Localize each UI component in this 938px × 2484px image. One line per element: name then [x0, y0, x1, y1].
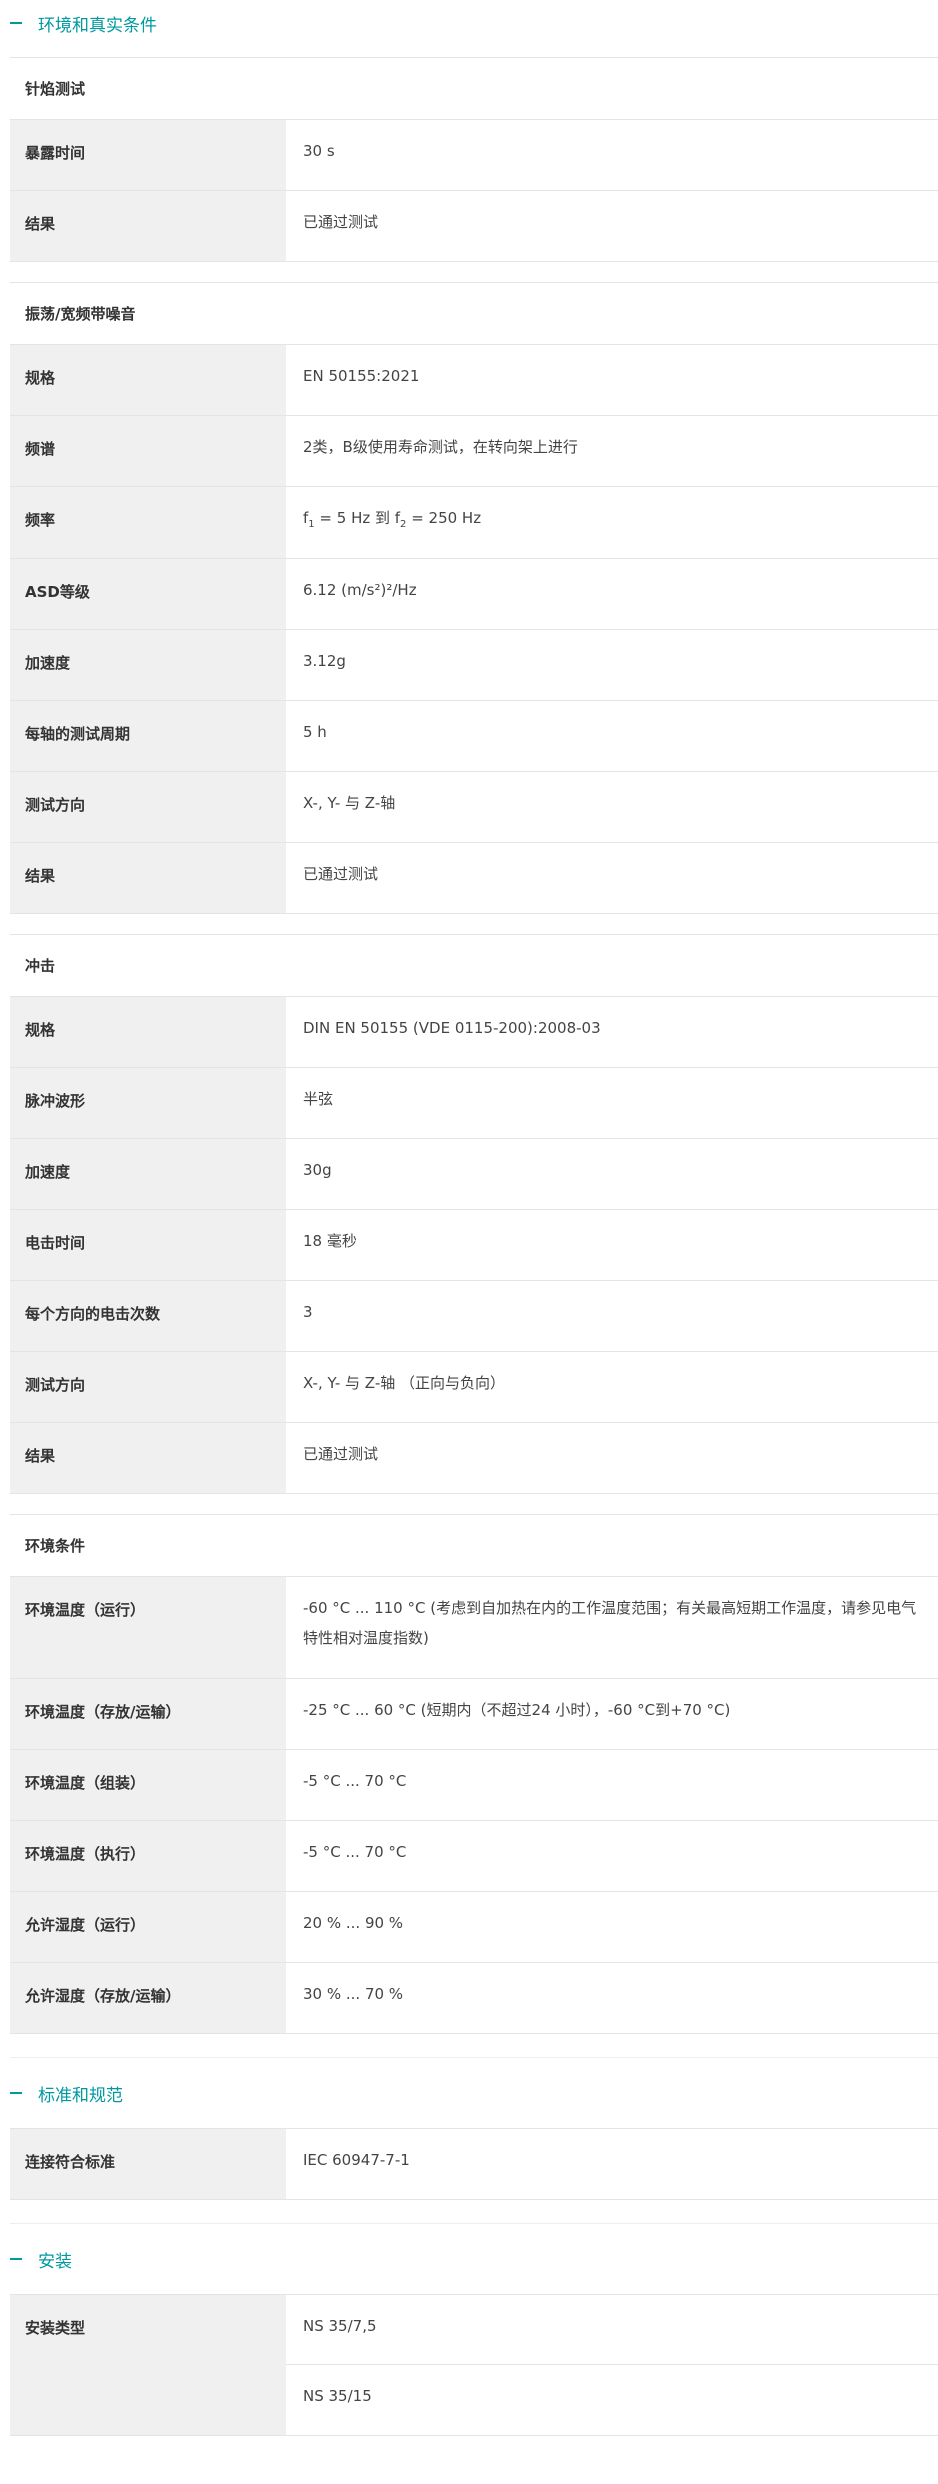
table-row: 环境温度（组装） -5 °C ... 70 °C — [10, 1750, 938, 1821]
row-label: 测试方向 — [10, 772, 286, 842]
table-row: 频率 f1 = 5 Hz 到 f2 = 250 Hz — [10, 487, 938, 559]
table-row: 结果 已通过测试 — [10, 1423, 938, 1494]
table-row: 环境温度（存放/运输） -25 °C ... 60 °C (短期内（不超过24 … — [10, 1679, 938, 1750]
row-label: 允许湿度（存放/运输） — [10, 1963, 286, 2033]
table-row: ASD等级 6.12 (m/s²)²/Hz — [10, 559, 938, 630]
section-header-mounting[interactable]: 安装 — [10, 2224, 938, 2294]
table-row: 暴露时间 30 s — [10, 120, 938, 191]
row-value: 已通过测试 — [303, 865, 379, 883]
row-value: 2类，B级使用寿命测试，在转向架上进行 — [303, 438, 578, 456]
table-row: 脉冲波形 半弦 — [10, 1068, 938, 1139]
row-label: 结果 — [10, 1423, 286, 1493]
row-label: 环境温度（执行） — [10, 1821, 286, 1891]
row-value: 5 h — [303, 723, 327, 741]
table-row: 加速度 30g — [10, 1139, 938, 1210]
group-title-vibration: 振荡/宽频带噪音 — [10, 282, 938, 345]
table-row-merged: 安装类型 NS 35/7,5 NS 35/15 — [10, 2295, 938, 2436]
table-row: 结果 已通过测试 — [10, 191, 938, 262]
table-row: 规格 DIN EN 50155 (VDE 0115-200):2008-03 — [10, 997, 938, 1068]
table-row: 频谱 2类，B级使用寿命测试，在转向架上进行 — [10, 416, 938, 487]
row-label: 暴露时间 — [10, 120, 286, 190]
group-title-ambient-conditions: 环境条件 — [10, 1514, 938, 1577]
row-value: X-, Y- 与 Z-轴 （正向与负向） — [303, 1374, 506, 1392]
table-row: 每轴的测试周期 5 h — [10, 701, 938, 772]
row-value: 已通过测试 — [303, 1445, 379, 1463]
section-header-standards[interactable]: 标准和规范 — [10, 2058, 938, 2128]
table-row: 规格 EN 50155:2021 — [10, 345, 938, 416]
row-value: 30 s — [303, 142, 335, 160]
row-label: 结果 — [10, 843, 286, 913]
row-value: NS 35/15 — [303, 2387, 372, 2405]
row-label: 脉冲波形 — [10, 1068, 286, 1138]
row-value: -5 °C ... 70 °C — [303, 1772, 407, 1790]
row-value: -60 °C ... 110 °C (考虑到自加热在内的工作温度范围；有关最高短… — [303, 1599, 917, 1647]
row-value: 30 % ... 70 % — [303, 1985, 404, 2003]
row-label: 每轴的测试周期 — [10, 701, 286, 771]
row-value: X-, Y- 与 Z-轴 — [303, 794, 396, 812]
row-label: 连接符合标准 — [10, 2129, 286, 2199]
row-value: 20 % ... 90 % — [303, 1914, 404, 1932]
table-row: 结果 已通过测试 — [10, 843, 938, 914]
row-value: 3.12g — [303, 652, 346, 670]
collapse-icon — [10, 2092, 22, 2094]
row-label: 电击时间 — [10, 1210, 286, 1280]
row-label: 环境温度（存放/运输） — [10, 1679, 286, 1749]
row-value: 3 — [303, 1303, 313, 1321]
row-value: NS 35/7,5 — [286, 2295, 938, 2365]
row-label: 环境温度（运行） — [10, 1577, 286, 1678]
table-row: 环境温度（运行） -60 °C ... 110 °C (考虑到自加热在内的工作温… — [10, 1577, 938, 1679]
row-label: 允许湿度（运行） — [10, 1892, 286, 1962]
group-title-needle-flame: 针焰测试 — [10, 57, 938, 120]
row-label: 规格 — [10, 997, 286, 1067]
row-value-frequency: f1 = 5 Hz 到 f2 = 250 Hz — [286, 481, 938, 558]
table-row: 连接符合标准 IEC 60947-7-1 — [10, 2129, 938, 2200]
row-value: IEC 60947-7-1 — [303, 2151, 410, 2169]
table-row: 每个方向的电击次数 3 — [10, 1281, 938, 1352]
row-value: -5 °C ... 70 °C — [303, 1843, 407, 1861]
row-label: 结果 — [10, 191, 286, 261]
row-label: 频率 — [10, 487, 286, 558]
table-row: 测试方向 X-, Y- 与 Z-轴 （正向与负向） — [10, 1352, 938, 1423]
row-value: EN 50155:2021 — [303, 367, 420, 385]
section-title: 标准和规范 — [38, 2085, 123, 2106]
row-values: NS 35/7,5 NS 35/15 — [286, 2295, 938, 2435]
row-value: 30g — [303, 1161, 332, 1179]
section-title: 安装 — [38, 2251, 72, 2272]
section-header-environment[interactable]: 环境和真实条件 — [10, 0, 938, 46]
table-row: 允许湿度（运行） 20 % ... 90 % — [10, 1892, 938, 1963]
row-label: 频谱 — [10, 416, 286, 486]
row-value: 半弦 — [303, 1090, 334, 1108]
row-label: 加速度 — [10, 1139, 286, 1209]
row-value: 18 毫秒 — [303, 1232, 357, 1250]
collapse-icon — [10, 2258, 22, 2260]
row-value: 已通过测试 — [303, 213, 379, 231]
table-row: 电击时间 18 毫秒 — [10, 1210, 938, 1281]
row-label: 测试方向 — [10, 1352, 286, 1422]
table-row: 允许湿度（存放/运输） 30 % ... 70 % — [10, 1963, 938, 2034]
row-value: -25 °C ... 60 °C (短期内（不超过24 小时），-60 °C到+… — [303, 1701, 731, 1719]
freq-post: = 250 Hz — [406, 509, 482, 527]
row-label: 安装类型 — [10, 2295, 286, 2435]
row-value: 6.12 (m/s²)²/Hz — [303, 581, 417, 599]
table-row: 加速度 3.12g — [10, 630, 938, 701]
row-label: ASD等级 — [10, 559, 286, 629]
table-row: 环境温度（执行） -5 °C ... 70 °C — [10, 1821, 938, 1892]
freq-mid: = 5 Hz 到 f — [314, 509, 401, 527]
row-label: 每个方向的电击次数 — [10, 1281, 286, 1351]
table-row: 测试方向 X-, Y- 与 Z-轴 — [10, 772, 938, 843]
collapse-icon — [10, 22, 22, 24]
group-title-shock: 冲击 — [10, 934, 938, 997]
section-title: 环境和真实条件 — [38, 15, 157, 36]
row-label: 规格 — [10, 345, 286, 415]
row-label: 加速度 — [10, 630, 286, 700]
row-value: DIN EN 50155 (VDE 0115-200):2008-03 — [303, 1019, 601, 1037]
row-label: 环境温度（组装） — [10, 1750, 286, 1820]
